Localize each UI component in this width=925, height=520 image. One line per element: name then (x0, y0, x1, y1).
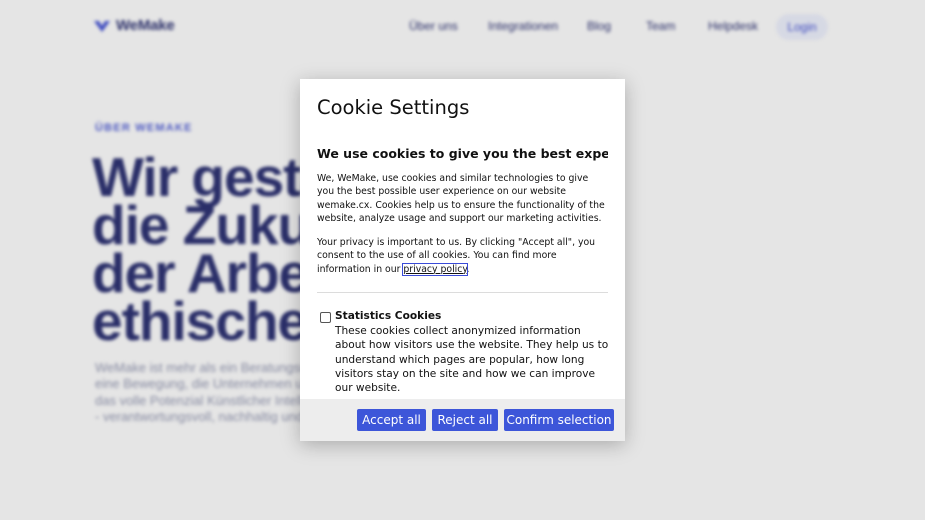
confirm-selection-button[interactable]: Confirm selection (504, 409, 614, 431)
privacy-policy-link[interactable]: privacy policy (402, 262, 468, 276)
section-divider (317, 292, 608, 293)
statistics-cookies-checkbox[interactable] (320, 312, 331, 323)
dialog-footer: Accept all Reject all Confirm selection (300, 399, 625, 441)
privacy-notice: Your privacy is important to us. By clic… (317, 236, 608, 276)
accept-all-button[interactable]: Accept all (357, 409, 426, 431)
statistics-cookies-description: These cookies collect anonymized informa… (335, 325, 608, 395)
cookie-dialog-body[interactable]: Cookie Settings We use cookies to give y… (317, 79, 608, 399)
cookie-intro-text: We, WeMake, use cookies and similar tech… (317, 173, 605, 224)
dialog-title: Cookie Settings (317, 96, 470, 119)
cookie-settings-dialog: Cookie Settings We use cookies to give y… (300, 79, 625, 441)
dialog-subtitle: We use cookies to give you the best expe… (317, 146, 608, 161)
reject-all-button[interactable]: Reject all (432, 409, 498, 431)
privacy-notice-end: . (466, 263, 470, 275)
statistics-cookies-title: Statistics Cookies (335, 310, 442, 322)
